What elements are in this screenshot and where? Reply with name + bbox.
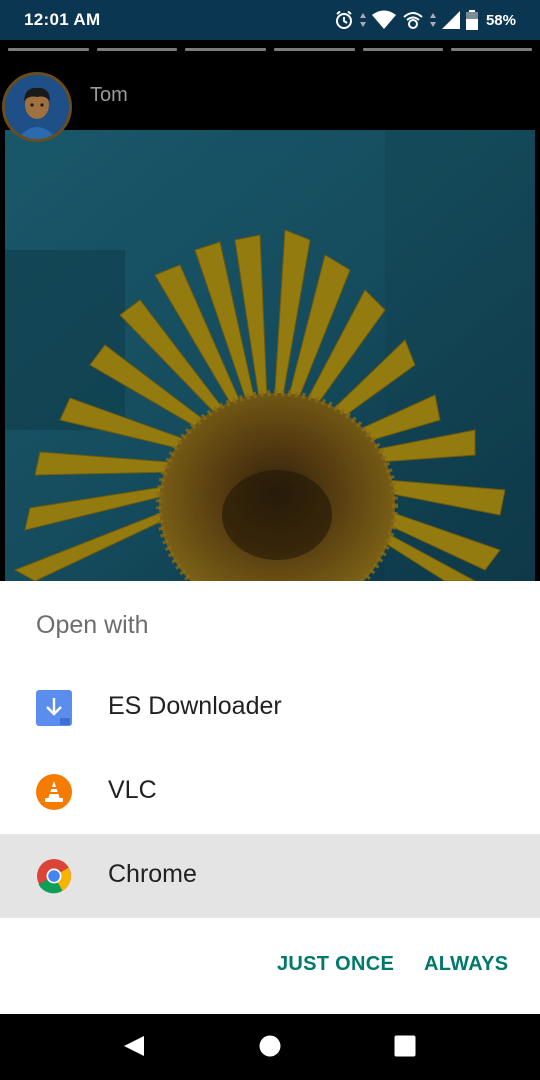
app-option-es-downloader[interactable]: ES Downloader	[0, 666, 540, 750]
es-downloader-icon	[36, 690, 72, 726]
recents-icon[interactable]	[393, 1034, 417, 1058]
app-label: ES Downloader	[108, 692, 282, 720]
back-icon[interactable]	[122, 1034, 146, 1058]
status-bar: 12:01 AM 58%	[0, 0, 540, 40]
battery-percent: 58%	[485, 11, 516, 29]
just-once-button[interactable]: JUST ONCE	[277, 953, 394, 976]
progress-segment	[451, 48, 533, 51]
status-time: 12:01 AM	[24, 10, 101, 29]
story-image	[5, 130, 535, 581]
open-with-dialog: Open with ES Downloader VLC Chrome JUST …	[0, 581, 540, 1014]
progress-segment	[96, 48, 178, 51]
progress-segment	[185, 48, 267, 51]
story-viewer[interactable]: Tom	[0, 40, 540, 581]
story-progress	[8, 48, 533, 51]
signal-arrows-icon	[429, 13, 436, 27]
status-icons: 58%	[334, 8, 516, 32]
story-username: Tom	[90, 84, 128, 106]
signal-icon	[441, 11, 460, 29]
app-option-chrome[interactable]: Chrome	[0, 834, 540, 918]
app-option-vlc[interactable]: VLC	[0, 750, 540, 834]
chrome-icon	[37, 859, 71, 894]
app-label: Chrome	[108, 860, 197, 888]
navigation-bar	[0, 1014, 540, 1080]
home-icon[interactable]	[258, 1034, 282, 1058]
progress-segment	[362, 48, 444, 51]
progress-segment	[274, 48, 355, 51]
data-arrows-icon	[359, 13, 366, 27]
hotspot-icon	[403, 12, 423, 29]
dialog-title: Open with	[36, 611, 149, 639]
progress-segment	[8, 48, 89, 51]
alarm-icon	[335, 10, 352, 29]
always-button[interactable]: ALWAYS	[424, 953, 508, 976]
avatar[interactable]	[2, 72, 72, 142]
vlc-icon	[36, 774, 72, 810]
battery-icon	[465, 10, 478, 30]
wifi-icon	[371, 10, 396, 29]
app-label: VLC	[108, 776, 157, 804]
